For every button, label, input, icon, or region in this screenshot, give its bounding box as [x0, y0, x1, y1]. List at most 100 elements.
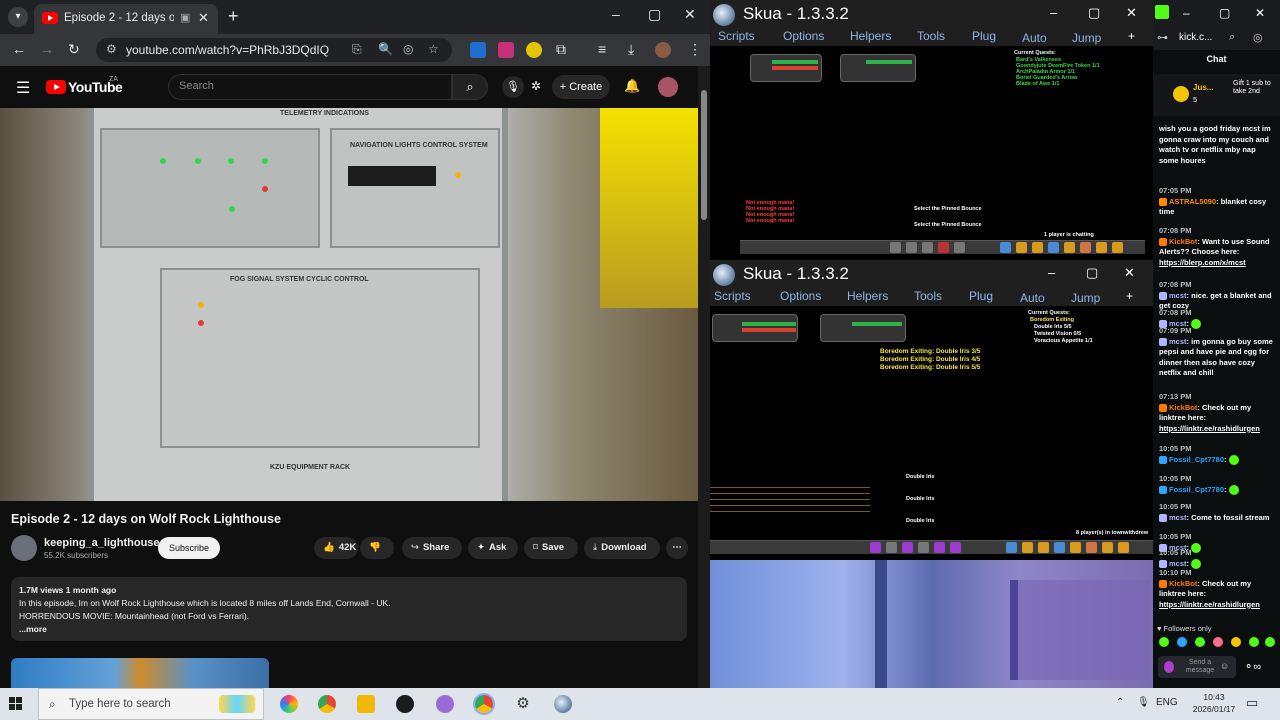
obs-app-icon[interactable]	[396, 695, 414, 713]
skill-slot[interactable]	[890, 242, 901, 253]
menu-plug[interactable]: Plug	[969, 289, 993, 303]
create-button[interactable]: + Create	[552, 75, 610, 99]
menu-options[interactable]: Options	[783, 29, 824, 43]
menu-slot[interactable]	[1022, 542, 1033, 553]
copilot-app-icon[interactable]	[280, 695, 298, 713]
taskbar-search-input[interactable]: ⌕ Type here to search	[38, 688, 264, 720]
address-bar[interactable]: ⚙ youtube.com/watch?v=PhRbJ3DQdIQ ⎘ 🔍 ◎ …	[96, 38, 452, 62]
menu-slot[interactable]	[1080, 242, 1091, 253]
app-icon[interactable]	[436, 695, 454, 713]
action-hotbar[interactable]	[740, 240, 1145, 254]
emote-icon[interactable]	[1265, 637, 1275, 647]
scrollbar-thumb[interactable]	[701, 90, 707, 220]
menu-jump[interactable]: Jump	[1071, 291, 1100, 305]
drop-notice[interactable]: Double Iris	[906, 496, 934, 502]
profile-avatar[interactable]	[655, 42, 671, 58]
extension-icon[interactable]	[470, 42, 486, 58]
reload-icon[interactable]: ↻	[68, 41, 80, 58]
kick-tab-title[interactable]: kick.c...	[1179, 32, 1212, 43]
description-box[interactable]: 1.7M views 1 month ago In this episode, …	[11, 577, 687, 641]
drop-notice[interactable]: Select the Pinned Bounce	[914, 222, 982, 228]
language-indicator[interactable]: ENG	[1156, 697, 1178, 708]
message-link[interactable]: https://linktr.ee/rashidlurgen	[1159, 424, 1277, 435]
message-username[interactable]: mcst	[1169, 337, 1187, 346]
menu-tools[interactable]: Tools	[917, 29, 945, 43]
tab-search-icon[interactable]: ▾	[8, 7, 28, 27]
settings-icon[interactable]: ⊶	[1157, 31, 1168, 44]
menu-scripts[interactable]: Scripts	[718, 29, 755, 43]
url-text[interactable]: youtube.com/watch?v=PhRbJ3DQdIQ	[126, 43, 329, 57]
search-input[interactable]: Search	[168, 74, 452, 100]
eye-off-icon[interactable]: ◎	[403, 42, 413, 56]
menu-slot[interactable]	[1000, 242, 1011, 253]
emote-icon[interactable]	[1249, 637, 1259, 647]
maximize-button[interactable]: ▢	[648, 6, 661, 23]
message-link[interactable]: https://linktr.ee/rashidlurgen	[1159, 600, 1277, 611]
message-username[interactable]: KickBot	[1169, 403, 1197, 412]
menu-helpers[interactable]: Helpers	[847, 289, 888, 303]
show-more-link[interactable]: ...more	[19, 624, 47, 634]
skua-app-icon[interactable]	[554, 695, 572, 713]
like-button[interactable]: 👍 42K	[314, 537, 358, 559]
forward-arrow-icon[interactable]: →	[40, 41, 54, 57]
drop-notice[interactable]: Double Iris	[906, 474, 934, 480]
skill-slot[interactable]	[938, 242, 949, 253]
eye-off-icon[interactable]: ◎	[1253, 31, 1263, 44]
menu-jump[interactable]: Jump	[1072, 31, 1101, 45]
menu-slot[interactable]	[1096, 242, 1107, 253]
mic-icon[interactable]: 🎙	[502, 76, 524, 98]
youtube-logo-icon[interactable]	[46, 80, 66, 94]
message-link[interactable]: https://blerp.com/x/mcst	[1159, 258, 1277, 269]
drop-notice[interactable]: Select the Pinned Bounce	[914, 206, 982, 212]
skill-slot[interactable]	[922, 242, 933, 253]
send-options-icon[interactable]: ⚬∞	[1244, 660, 1261, 673]
download-icon[interactable]: ⤓	[628, 41, 634, 58]
settings-gear-icon[interactable]: ⚙	[514, 695, 532, 713]
save-button[interactable]: ⌑ Save	[524, 537, 578, 559]
close-button[interactable]: ✕	[684, 6, 696, 23]
search-icon[interactable]: ⌕	[452, 74, 488, 100]
message-username[interactable]: Fossil_Cpt7780	[1169, 485, 1224, 494]
skill-slot[interactable]	[870, 542, 881, 553]
message-username[interactable]: mcst	[1169, 559, 1187, 568]
extensions-puzzle-icon[interactable]: ⧉	[556, 41, 566, 58]
zoom-icon[interactable]: ⌕	[1229, 31, 1235, 44]
action-hotbar[interactable]	[710, 540, 1153, 554]
tab-close-icon[interactable]: ✕	[198, 10, 209, 26]
emote-icon[interactable]	[1231, 637, 1241, 647]
skill-slot[interactable]	[954, 242, 965, 253]
menu-slot[interactable]	[1048, 242, 1059, 253]
channel-avatar[interactable]	[11, 535, 37, 561]
menu-slot[interactable]	[1086, 542, 1097, 553]
minimize-button[interactable]: –	[1183, 6, 1190, 20]
install-icon[interactable]: ⎘	[352, 42, 362, 57]
menu-slot[interactable]	[1054, 542, 1065, 553]
message-username[interactable]: mcst	[1169, 291, 1187, 300]
menu-slot[interactable]	[1112, 242, 1123, 253]
close-button[interactable]: ✕	[1126, 5, 1137, 21]
windows-start-icon[interactable]	[9, 697, 23, 711]
related-video-thumbnail[interactable]	[11, 658, 269, 688]
media-control-icon[interactable]: ≡	[598, 41, 606, 57]
add-tab-button[interactable]: +	[1126, 289, 1133, 303]
maximize-button[interactable]: ▢	[1088, 5, 1100, 21]
menu-slot[interactable]	[1070, 542, 1081, 553]
microphone-icon[interactable]: 🎙	[1137, 697, 1150, 708]
notifications-bell-icon[interactable]: 🔔	[624, 78, 640, 94]
chrome-app-icon[interactable]	[475, 695, 493, 713]
message-username[interactable]: Fossil_Cpt7780	[1169, 455, 1224, 464]
message-username[interactable]: mcst	[1169, 513, 1187, 522]
system-clock[interactable]: 10:43 2026/01/17	[1190, 691, 1238, 715]
share-button[interactable]: ↪ Share	[402, 537, 462, 559]
message-username[interactable]: KickBot	[1169, 237, 1197, 246]
subscribe-button[interactable]: Subscribe	[158, 537, 220, 559]
extension-icon[interactable]	[526, 42, 542, 58]
account-avatar[interactable]	[658, 77, 678, 97]
add-tab-button[interactable]: +	[1128, 29, 1135, 43]
menu-slot[interactable]	[1064, 242, 1075, 253]
menu-icon[interactable]: ☰	[16, 78, 30, 98]
game-view[interactable]: Current Quests: Bard's Valkenses Goondyj…	[710, 46, 1153, 260]
notification-icon[interactable]: ▭	[1246, 695, 1258, 711]
menu-plug[interactable]: Plug	[972, 29, 996, 43]
menu-tools[interactable]: Tools	[914, 289, 942, 303]
